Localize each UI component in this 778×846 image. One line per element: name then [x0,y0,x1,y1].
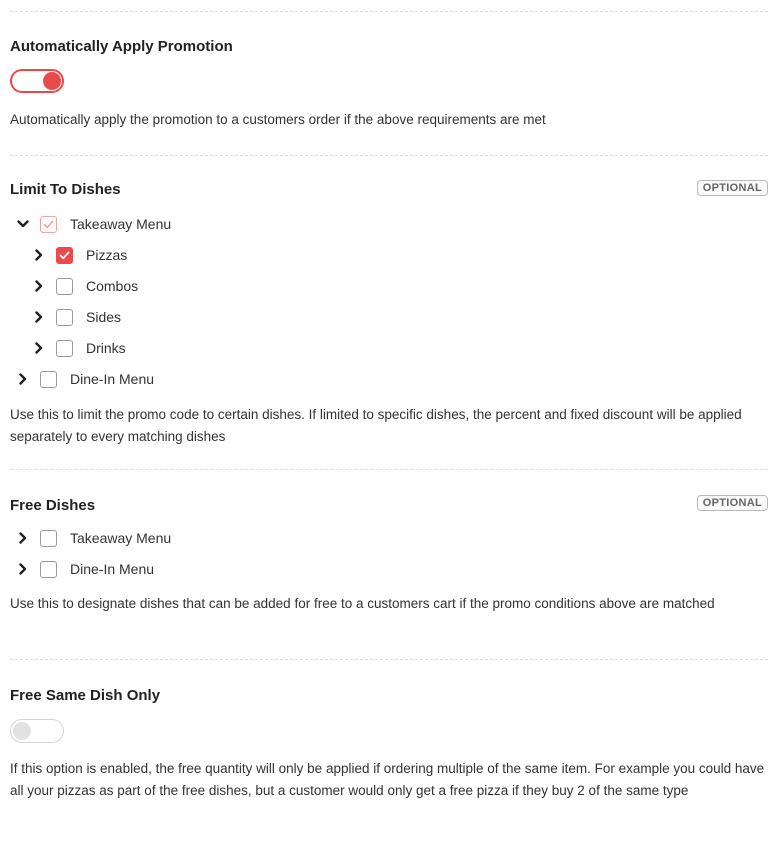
tree-item-pizzas: Pizzas [32,244,127,266]
tree-item-drinks: Drinks [32,337,126,359]
free-same-dish-description: If this option is enabled, the free quan… [10,761,765,798]
tree-item-label: Takeaway Menu [70,530,172,546]
section-divider [10,11,768,12]
free-dishes-title: Free Dishes [10,497,96,514]
tree-item-sides: Sides [32,306,121,328]
toggle-knob [13,722,31,740]
chevron-right-icon[interactable] [16,531,30,545]
sides-checkbox[interactable] [56,308,73,326]
tree-item-dine-in-menu: Dine-In Menu [16,558,154,580]
takeaway-menu-checkbox[interactable] [40,215,57,233]
tree-item-takeaway-menu: Takeaway Menu [16,213,171,235]
chevron-right-icon[interactable] [32,310,46,324]
tree-item-label: Combos [86,278,139,294]
free-takeaway-menu-checkbox[interactable] [40,529,57,547]
optional-badge: OPTIONAL [696,495,768,511]
auto-apply-description: Automatically apply the promotion to a c… [10,112,546,127]
chevron-right-icon[interactable] [16,372,30,386]
tree-item-label: Dine-In Menu [70,371,155,387]
chevron-down-icon[interactable] [16,217,30,231]
limit-dishes-title: Limit To Dishes [10,181,121,198]
tree-item-label: Dine-In Menu [70,561,155,577]
drinks-checkbox[interactable] [56,339,73,357]
chevron-right-icon[interactable] [16,562,30,576]
free-same-dish-toggle[interactable] [10,719,64,743]
tree-item-label: Takeaway Menu [70,216,172,232]
free-dishes-description: Use this to designate dishes that can be… [10,596,715,611]
chevron-right-icon[interactable] [32,341,46,355]
section-divider [10,659,768,660]
dine-in-menu-checkbox[interactable] [40,370,57,388]
free-dine-in-menu-checkbox[interactable] [40,560,57,578]
pizzas-checkbox[interactable] [56,246,73,264]
tree-item-label: Drinks [86,340,126,356]
section-divider [10,155,768,156]
tree-item-takeaway-menu: Takeaway Menu [16,527,171,549]
auto-apply-toggle[interactable] [10,69,64,93]
tree-item-label: Pizzas [86,247,128,263]
free-same-dish-title: Free Same Dish Only [10,687,161,704]
combos-checkbox[interactable] [56,277,73,295]
chevron-right-icon[interactable] [32,279,46,293]
tree-item-combos: Combos [32,275,138,297]
auto-apply-title: Automatically Apply Promotion [10,38,233,55]
limit-dishes-description: Use this to limit the promo code to cert… [10,407,742,444]
optional-badge: OPTIONAL [696,180,768,196]
tree-item-dine-in-menu: Dine-In Menu [16,368,154,390]
chevron-right-icon[interactable] [32,248,46,262]
tree-item-label: Sides [86,309,122,325]
section-divider [10,469,768,470]
toggle-knob [43,72,61,90]
